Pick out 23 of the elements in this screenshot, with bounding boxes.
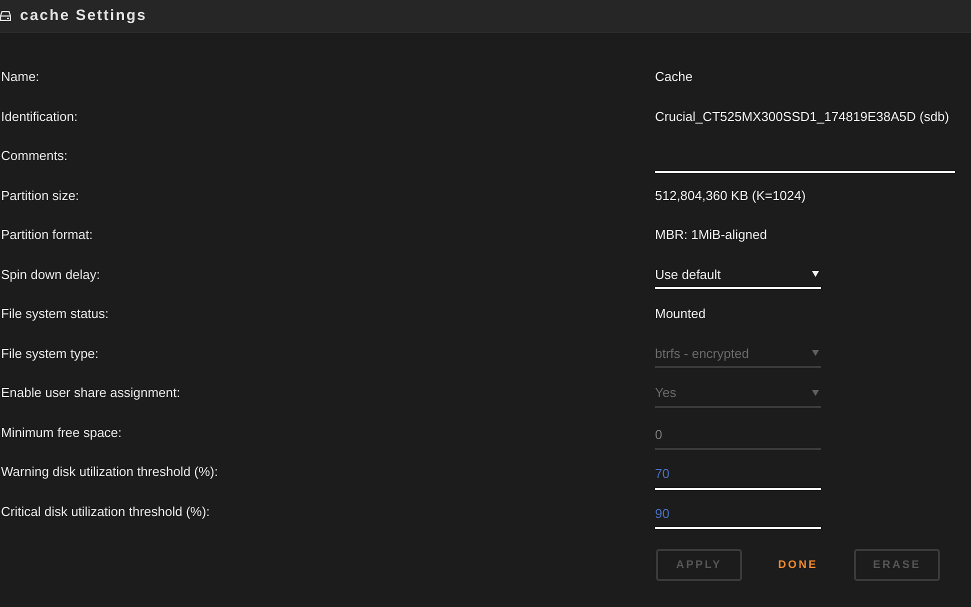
field-label: File system status:	[0, 305, 110, 323]
number-input-field[interactable]: 90	[655, 499, 821, 530]
field-label: Name:	[0, 68, 40, 86]
field-value: MBR: 1MiB-aligned	[655, 226, 767, 244]
field-label: Partition format:	[0, 226, 94, 244]
field-label: Critical disk utilization threshold (%):	[0, 502, 211, 521]
action-button[interactable]: DONE	[755, 549, 841, 581]
header-title: cache Settings	[20, 6, 147, 26]
field-label: Enable user share assignment:	[0, 384, 182, 402]
field-value: Cache	[655, 68, 693, 86]
hard-drive-icon	[0, 11, 11, 21]
dropdown-select[interactable]: Use default	[655, 261, 821, 290]
field-label: Warning disk utilization threshold (%):	[0, 463, 219, 481]
field-label: Identification:	[0, 108, 79, 126]
field-value: Crucial_CT525MX300SSD1_174819E38A5D (sdb)	[655, 108, 950, 126]
field-value: 512,804,360 KB (K=1024)	[655, 186, 806, 205]
field-label: Minimum free space:	[0, 424, 123, 442]
field-label: Spin down delay:	[0, 266, 102, 284]
field-value: Mounted	[655, 305, 706, 323]
field-label: Partition size:	[0, 186, 80, 204]
field-label: File system type:	[0, 344, 100, 363]
number-input-field[interactable]: 70	[655, 460, 821, 490]
field-label: Comments:	[0, 147, 68, 165]
